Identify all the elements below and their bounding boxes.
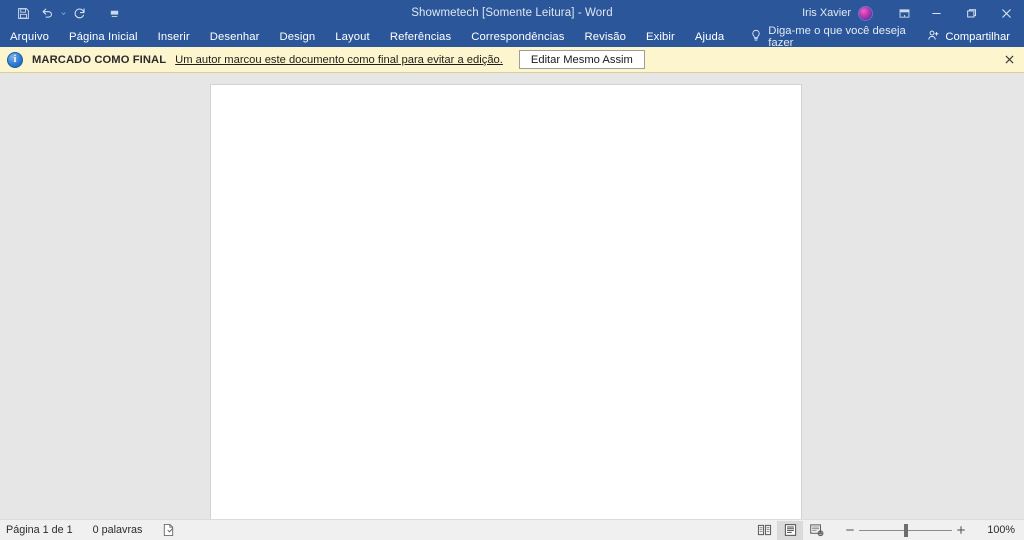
zoom-out-button[interactable] (841, 521, 859, 540)
status-bar-right: 100% (751, 520, 1018, 540)
tab-revisao[interactable]: Revisão (575, 26, 637, 47)
ribbon-tab-bar: Arquivo Página Inicial Inserir Desenhar … (0, 24, 1024, 49)
ribbon-display-options-icon[interactable] (889, 0, 919, 26)
restore-button[interactable] (954, 0, 989, 26)
tab-inserir[interactable]: Inserir (148, 26, 200, 47)
page-number-status[interactable]: Página 1 de 1 (6, 524, 73, 536)
zoom-slider-handle[interactable] (903, 523, 908, 537)
tab-pagina-inicial[interactable]: Página Inicial (59, 26, 148, 47)
view-read-mode[interactable] (751, 521, 777, 540)
person-share-icon (927, 29, 940, 45)
tab-referencias[interactable]: Referências (380, 26, 461, 47)
avatar[interactable] (858, 5, 873, 21)
tab-layout[interactable]: Layout (325, 26, 380, 47)
word-window: Showmetech [Somente Leitura] - Word Iris… (0, 0, 1024, 540)
message-bar-status-label: MARCADO COMO FINAL (32, 53, 167, 66)
view-web-layout[interactable] (803, 521, 829, 540)
message-bar-description[interactable]: Um autor marcou este documento como fina… (175, 54, 503, 66)
tab-desenhar[interactable]: Desenhar (200, 26, 270, 47)
share-label: Compartilhar (945, 30, 1010, 43)
status-bar: Página 1 de 1 0 palavras 100% (0, 519, 1024, 540)
close-button[interactable] (989, 0, 1024, 26)
close-icon[interactable] (1000, 51, 1018, 69)
tab-arquivo[interactable]: Arquivo (0, 26, 59, 47)
info-icon: i (7, 51, 23, 68)
tab-exibir[interactable]: Exibir (636, 26, 685, 47)
title-bar: Showmetech [Somente Leitura] - Word Iris… (0, 0, 1024, 26)
minimize-button[interactable] (919, 0, 954, 26)
document-page[interactable] (210, 84, 802, 519)
account-name[interactable]: Iris Xavier (802, 7, 851, 19)
zoom-controls: 100% (841, 521, 1018, 540)
zoom-level-label[interactable]: 100% (981, 524, 1015, 536)
redo-icon[interactable] (69, 3, 91, 23)
view-print-layout[interactable] (777, 520, 803, 540)
tell-me-search[interactable]: Diga-me o que você deseja fazer (750, 24, 921, 49)
document-body-text[interactable] (211, 85, 801, 205)
chevron-down-icon[interactable] (103, 3, 125, 23)
zoom-slider[interactable] (859, 521, 952, 540)
undo-dropdown-icon[interactable] (60, 3, 67, 23)
lightbulb-icon (750, 29, 762, 45)
message-bar-marked-as-final: i MARCADO COMO FINAL Um autor marcou est… (0, 47, 1024, 73)
undo-icon[interactable] (36, 3, 58, 23)
proofing-status-icon[interactable] (162, 523, 175, 537)
ribbon-tabs: Arquivo Página Inicial Inserir Desenhar … (0, 26, 734, 47)
tab-design[interactable]: Design (270, 26, 326, 47)
title-bar-right: Iris Xavier (802, 0, 1024, 26)
edit-anyway-button[interactable]: Editar Mesmo Assim (518, 50, 645, 69)
tell-me-label: Diga-me o que você deseja fazer (768, 24, 906, 49)
quick-access-toolbar (0, 3, 125, 23)
share-button[interactable]: Compartilhar (921, 26, 1016, 47)
save-icon[interactable] (12, 3, 34, 23)
word-count-status[interactable]: 0 palavras (93, 524, 143, 536)
zoom-in-button[interactable] (952, 521, 970, 540)
tab-correspondencias[interactable]: Correspondências (461, 26, 574, 47)
tab-ajuda[interactable]: Ajuda (685, 26, 734, 47)
document-workspace[interactable] (0, 73, 1024, 519)
